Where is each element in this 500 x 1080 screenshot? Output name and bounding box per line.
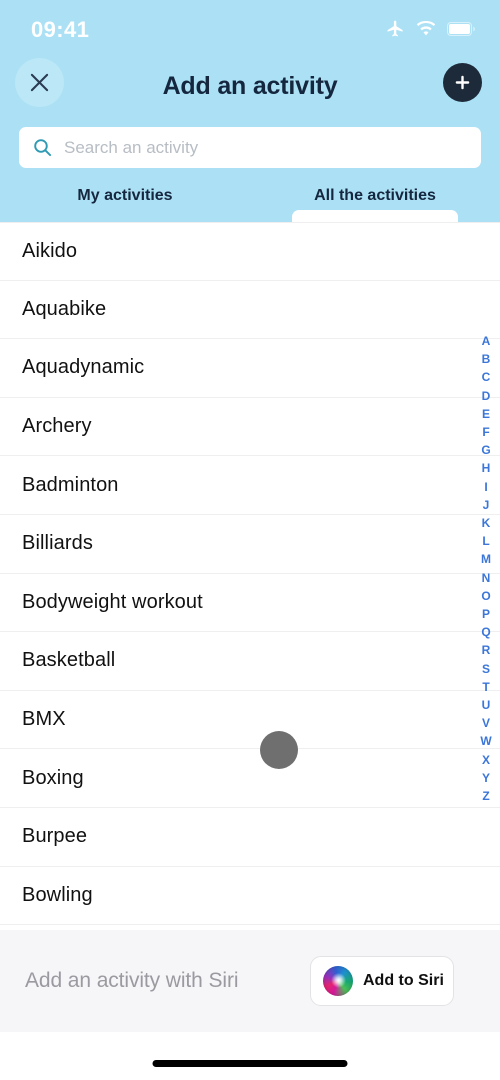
list-item[interactable]: Bodyweight workout [0,574,500,633]
list-item[interactable]: Badminton [0,456,500,515]
list-item-label: Aquadynamic [22,356,145,379]
alphabet-index-letter[interactable]: M [481,550,491,568]
list-item-label: Boxing [22,766,84,789]
alphabet-index-letter[interactable]: A [482,332,491,350]
alphabet-index-letter[interactable]: G [481,441,490,459]
alphabet-index-letter[interactable]: U [482,696,491,714]
siri-footer: Add an activity with Siri Add to Siri [0,930,500,1032]
alphabet-index-letter[interactable]: W [480,732,491,750]
alphabet-index-letter[interactable]: L [482,532,489,550]
list-item[interactable]: Boxing [0,749,500,808]
list-item-label: Badminton [22,473,119,496]
battery-icon [447,21,475,36]
list-item[interactable]: Bowling [0,867,500,926]
phone-screen: 09:41 Add an activity Search an activity… [0,0,500,1080]
alphabet-index-letter[interactable]: Q [481,623,490,641]
alphabet-index-letter[interactable]: Y [482,769,490,787]
alphabet-index-letter[interactable]: F [482,423,489,441]
alphabet-index-letter[interactable]: R [482,641,491,659]
alphabet-index-letter[interactable]: J [483,496,490,514]
plus-icon [455,75,470,90]
list-item[interactable]: Burpee [0,808,500,867]
list-item-label: Aikido [22,239,78,262]
search-icon [34,139,52,157]
list-item-label: BMX [22,708,66,731]
alphabet-index-letter[interactable]: Z [482,787,489,805]
alphabet-index-letter[interactable]: B [482,350,491,368]
alphabet-index-letter[interactable]: E [482,405,490,423]
alphabet-index-letter[interactable]: N [482,569,491,587]
app-header: 09:41 Add an activity Search an activity… [0,0,500,222]
page-title: Add an activity [162,72,338,100]
list-item[interactable]: Archery [0,398,500,457]
home-indicator[interactable] [152,1060,348,1067]
alphabet-index-letter[interactable]: C [482,368,491,386]
add-to-siri-button[interactable]: Add to Siri [310,956,454,1006]
list-item-label: Billiards [22,532,93,555]
alphabet-index-letter[interactable]: K [482,514,491,532]
list-item[interactable]: Aikido [0,222,500,281]
alphabet-index[interactable]: ABCDEFGHIJKLMNOPQRSTUVWXYZ [472,332,500,805]
alphabet-index-letter[interactable]: I [484,478,487,496]
list-item-label: Bodyweight workout [22,590,203,613]
siri-footer-label: Add an activity with Siri [25,969,239,992]
list-item-label: Archery [22,415,92,438]
siri-orb-icon [323,966,353,996]
list-item[interactable]: Billiards [0,515,500,574]
list-item-label: Bowling [22,883,93,906]
search-bar[interactable] [19,127,481,168]
touch-indicator [260,731,298,769]
status-bar: 09:41 [0,0,500,52]
list-item-label: Aquabike [22,297,107,320]
list-item[interactable]: Aquabike [0,281,500,340]
alphabet-index-letter[interactable]: O [481,587,490,605]
wifi-icon [416,21,436,36]
list-item-label: Burpee [22,825,88,848]
alphabet-index-letter[interactable]: V [482,714,490,732]
airplane-icon [387,20,403,37]
alphabet-index-letter[interactable]: D [482,387,491,405]
tab-my-activities[interactable]: My activities [10,183,240,222]
alphabet-index-letter[interactable]: T [482,678,489,696]
search-input[interactable] [64,137,467,158]
list-item[interactable]: Aquadynamic [0,339,500,398]
status-bar-icons [386,19,476,38]
add-to-siri-label: Add to Siri [363,972,444,989]
alphabet-index-letter[interactable]: S [482,660,490,678]
alphabet-index-letter[interactable]: P [482,605,490,623]
activity-list[interactable]: Aikido Aquabike Aquadynamic Archery Badminto… [0,222,500,930]
list-item[interactable]: BMX [0,691,500,750]
list-item-label: Basketball [22,649,116,672]
alphabet-index-letter[interactable]: H [482,459,491,477]
add-activity-button[interactable] [443,63,482,102]
list-item[interactable]: Basketball [0,632,500,691]
alphabet-index-letter[interactable]: X [482,751,490,769]
status-bar-time: 09:41 [31,17,90,42]
